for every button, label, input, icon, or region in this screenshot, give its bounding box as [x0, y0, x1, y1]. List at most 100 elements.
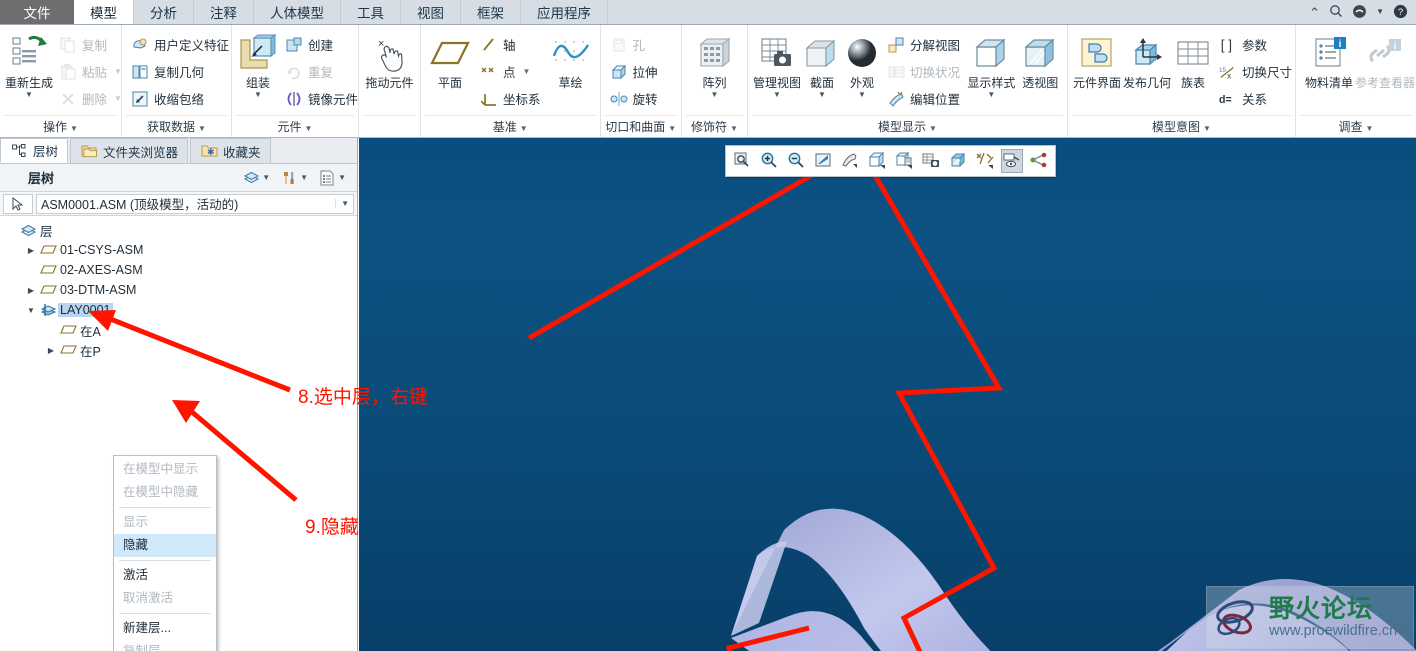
chevron-right-icon[interactable]: ▶ [24, 246, 38, 255]
repaint-button[interactable] [839, 149, 861, 173]
assemble-button[interactable]: 组装 ▼ [236, 29, 280, 100]
layer-tools-button[interactable]: ▼ [275, 169, 313, 187]
layer-list-settings-button[interactable]: ▼ [313, 169, 351, 187]
group-label-component[interactable]: 元件 ▼ [236, 115, 354, 137]
pattern-button[interactable]: 阵列 ▼ [686, 29, 743, 100]
datum-display-button[interactable] [974, 149, 996, 173]
tab-4[interactable]: 工具 [341, 0, 401, 24]
tab-5[interactable]: 视图 [401, 0, 461, 24]
chevron-down-icon[interactable]: ▼ [114, 67, 122, 76]
切换尺寸-button[interactable]: 15 x 切换尺寸 [1214, 58, 1297, 85]
分解视图-button[interactable]: 分解视图 [882, 31, 965, 58]
创建-button[interactable]: 创建 [280, 31, 363, 58]
用户定义特征-button[interactable]: 用户定义特征 [126, 31, 234, 58]
pattern-dropdown-arrow[interactable]: ▼ [711, 90, 719, 100]
chevron-down-icon[interactable]: ▼ [335, 199, 349, 208]
panel-tab-0[interactable]: 层树 [0, 138, 69, 163]
tree-item[interactable]: ▶ 在P [0, 340, 357, 360]
chevron-down-icon[interactable]: ▼ [114, 94, 122, 103]
拉伸-button[interactable]: 拉伸 [605, 58, 663, 85]
panel-tab-2[interactable]: ✱ 收藏夹 [190, 138, 271, 163]
tab-0[interactable]: 模型 [74, 0, 134, 24]
zoom-window-button[interactable] [731, 149, 753, 173]
context-menu-item[interactable]: 新建层... [114, 617, 216, 640]
chevron-up-icon[interactable]: ⌃ [1309, 6, 1320, 19]
group-label-model-intent[interactable]: 模型意图 ▼ [1072, 115, 1291, 137]
layers-view-button[interactable] [920, 149, 942, 173]
group-label-investigate[interactable]: 调查 ▼ [1300, 115, 1412, 137]
zoom-in-button[interactable] [758, 149, 780, 173]
tree-item[interactable]: ▶ 01-CSYS-ASM [0, 240, 357, 260]
drag-component-button[interactable]: × 拖动元件 [363, 29, 416, 90]
group-label-cut-surface[interactable]: 切口和曲面 ▼ [604, 115, 677, 137]
regenerate-button[interactable]: 重新生成 ▼ [4, 29, 54, 100]
tab-6[interactable]: 框架 [461, 0, 521, 24]
镜像元件-button[interactable]: 镜像元件 [280, 85, 363, 112]
perspective-view-button[interactable] [947, 149, 969, 173]
plane-button[interactable]: 平面 [425, 29, 475, 90]
chevron-right-icon[interactable]: ▶ [24, 286, 38, 295]
spin-center-button[interactable] [1028, 149, 1050, 173]
zoom-out-button[interactable] [785, 149, 807, 173]
sketch-button[interactable]: 草绘 [546, 29, 596, 90]
layer-display-button[interactable]: ▼ [237, 169, 275, 187]
编辑位置-button[interactable]: 编辑位置 [882, 85, 965, 112]
family-table-button[interactable]: 族表 [1172, 29, 1214, 90]
chevron-down-icon[interactable]: ▼ [1376, 8, 1384, 16]
旋转-button[interactable]: 旋转 [605, 85, 663, 112]
help-icon[interactable]: ? [1393, 4, 1408, 21]
annotation-display-button[interactable] [1001, 149, 1023, 173]
tree-item[interactable]: 层 [0, 220, 357, 240]
assemble-dropdown-arrow[interactable]: ▼ [254, 90, 262, 100]
chevron-down-icon[interactable]: ▼ [523, 67, 531, 76]
publish-geometry-button[interactable]: 发布几何 [1122, 29, 1172, 90]
appearance-dropdown-arrow[interactable]: ▼ [858, 90, 866, 100]
group-label-operations[interactable]: 操作 ▼ [4, 115, 117, 137]
tree-item[interactable]: ▼ LAY0001 [0, 300, 357, 320]
select-arrow-icon[interactable] [3, 193, 33, 214]
tab-3[interactable]: 人体模型 [254, 0, 341, 24]
坐标系-button[interactable]: 坐标系 [475, 85, 546, 112]
chevron-right-icon[interactable]: ▶ [44, 346, 58, 355]
context-menu-item[interactable]: 激活 [114, 564, 216, 587]
display-style-dropdown-arrow[interactable]: ▼ [987, 90, 995, 100]
reference-viewer-button[interactable]: i 参考查看器 [1355, 29, 1415, 90]
tab-7[interactable]: 应用程序 [521, 0, 608, 24]
search-icon[interactable] [1329, 4, 1343, 20]
display-style-shaded-button[interactable] [866, 149, 888, 173]
refresh-icon[interactable] [1352, 4, 1367, 21]
收缩包络-button[interactable]: 收缩包络 [126, 85, 234, 112]
tree-item[interactable]: ▶ 03-DTM-ASM [0, 280, 357, 300]
复制几何-button[interactable]: 复制几何 [126, 58, 234, 85]
group-label-datum[interactable]: 基准 ▼ [425, 115, 596, 137]
context-menu-item[interactable]: 隐藏 [114, 534, 216, 557]
group-label-get-data[interactable]: 获取数据 ▼ [126, 115, 227, 137]
tab-file[interactable]: 文件 [0, 0, 74, 24]
tree-item[interactable]: 02-AXES-ASM [0, 260, 357, 280]
tab-1[interactable]: 分析 [134, 0, 194, 24]
轴-button[interactable]: 轴 [475, 31, 546, 58]
chevron-down-icon[interactable]: ▼ [24, 306, 38, 315]
perspective-button[interactable]: 透视图 [1018, 29, 1063, 90]
model-selector-combo[interactable]: ASM0001.ASM (顶级模型，活动的) ▼ [36, 193, 354, 214]
关系-button[interactable]: d= 关系 [1214, 85, 1297, 112]
点-button[interactable]: 点 ▼ [475, 58, 546, 85]
refit-button[interactable] [812, 149, 834, 173]
display-style-button[interactable]: 显示样式 ▼ [965, 29, 1018, 100]
section-button[interactable]: 截面 ▼ [802, 29, 842, 100]
graphics-viewport[interactable]: 野火论坛 www.proewildfire.cn [359, 138, 1416, 651]
group-label-modifier[interactable]: 修饰符 ▼ [686, 115, 743, 137]
manage-views-dropdown-arrow[interactable]: ▼ [773, 90, 781, 100]
manage-views-button[interactable]: 管理视图 ▼ [752, 29, 802, 100]
tree-item[interactable]: 在A [0, 320, 357, 340]
saved-views-button[interactable] [893, 149, 915, 173]
regenerate-dropdown-arrow[interactable]: ▼ [25, 90, 33, 100]
tab-2[interactable]: 注释 [194, 0, 254, 24]
参数-button[interactable]: [ ] 参数 [1214, 31, 1297, 58]
appearance-button[interactable]: 外观 ▼ [842, 29, 882, 100]
panel-tab-1[interactable]: 文件夹浏览器 [70, 138, 189, 163]
group-label-model-display[interactable]: 模型显示 ▼ [752, 115, 1063, 137]
component-interface-button[interactable]: 元件界面 [1072, 29, 1122, 90]
section-dropdown-arrow[interactable]: ▼ [818, 90, 826, 100]
bom-button[interactable]: i 物料清单 [1300, 29, 1358, 90]
